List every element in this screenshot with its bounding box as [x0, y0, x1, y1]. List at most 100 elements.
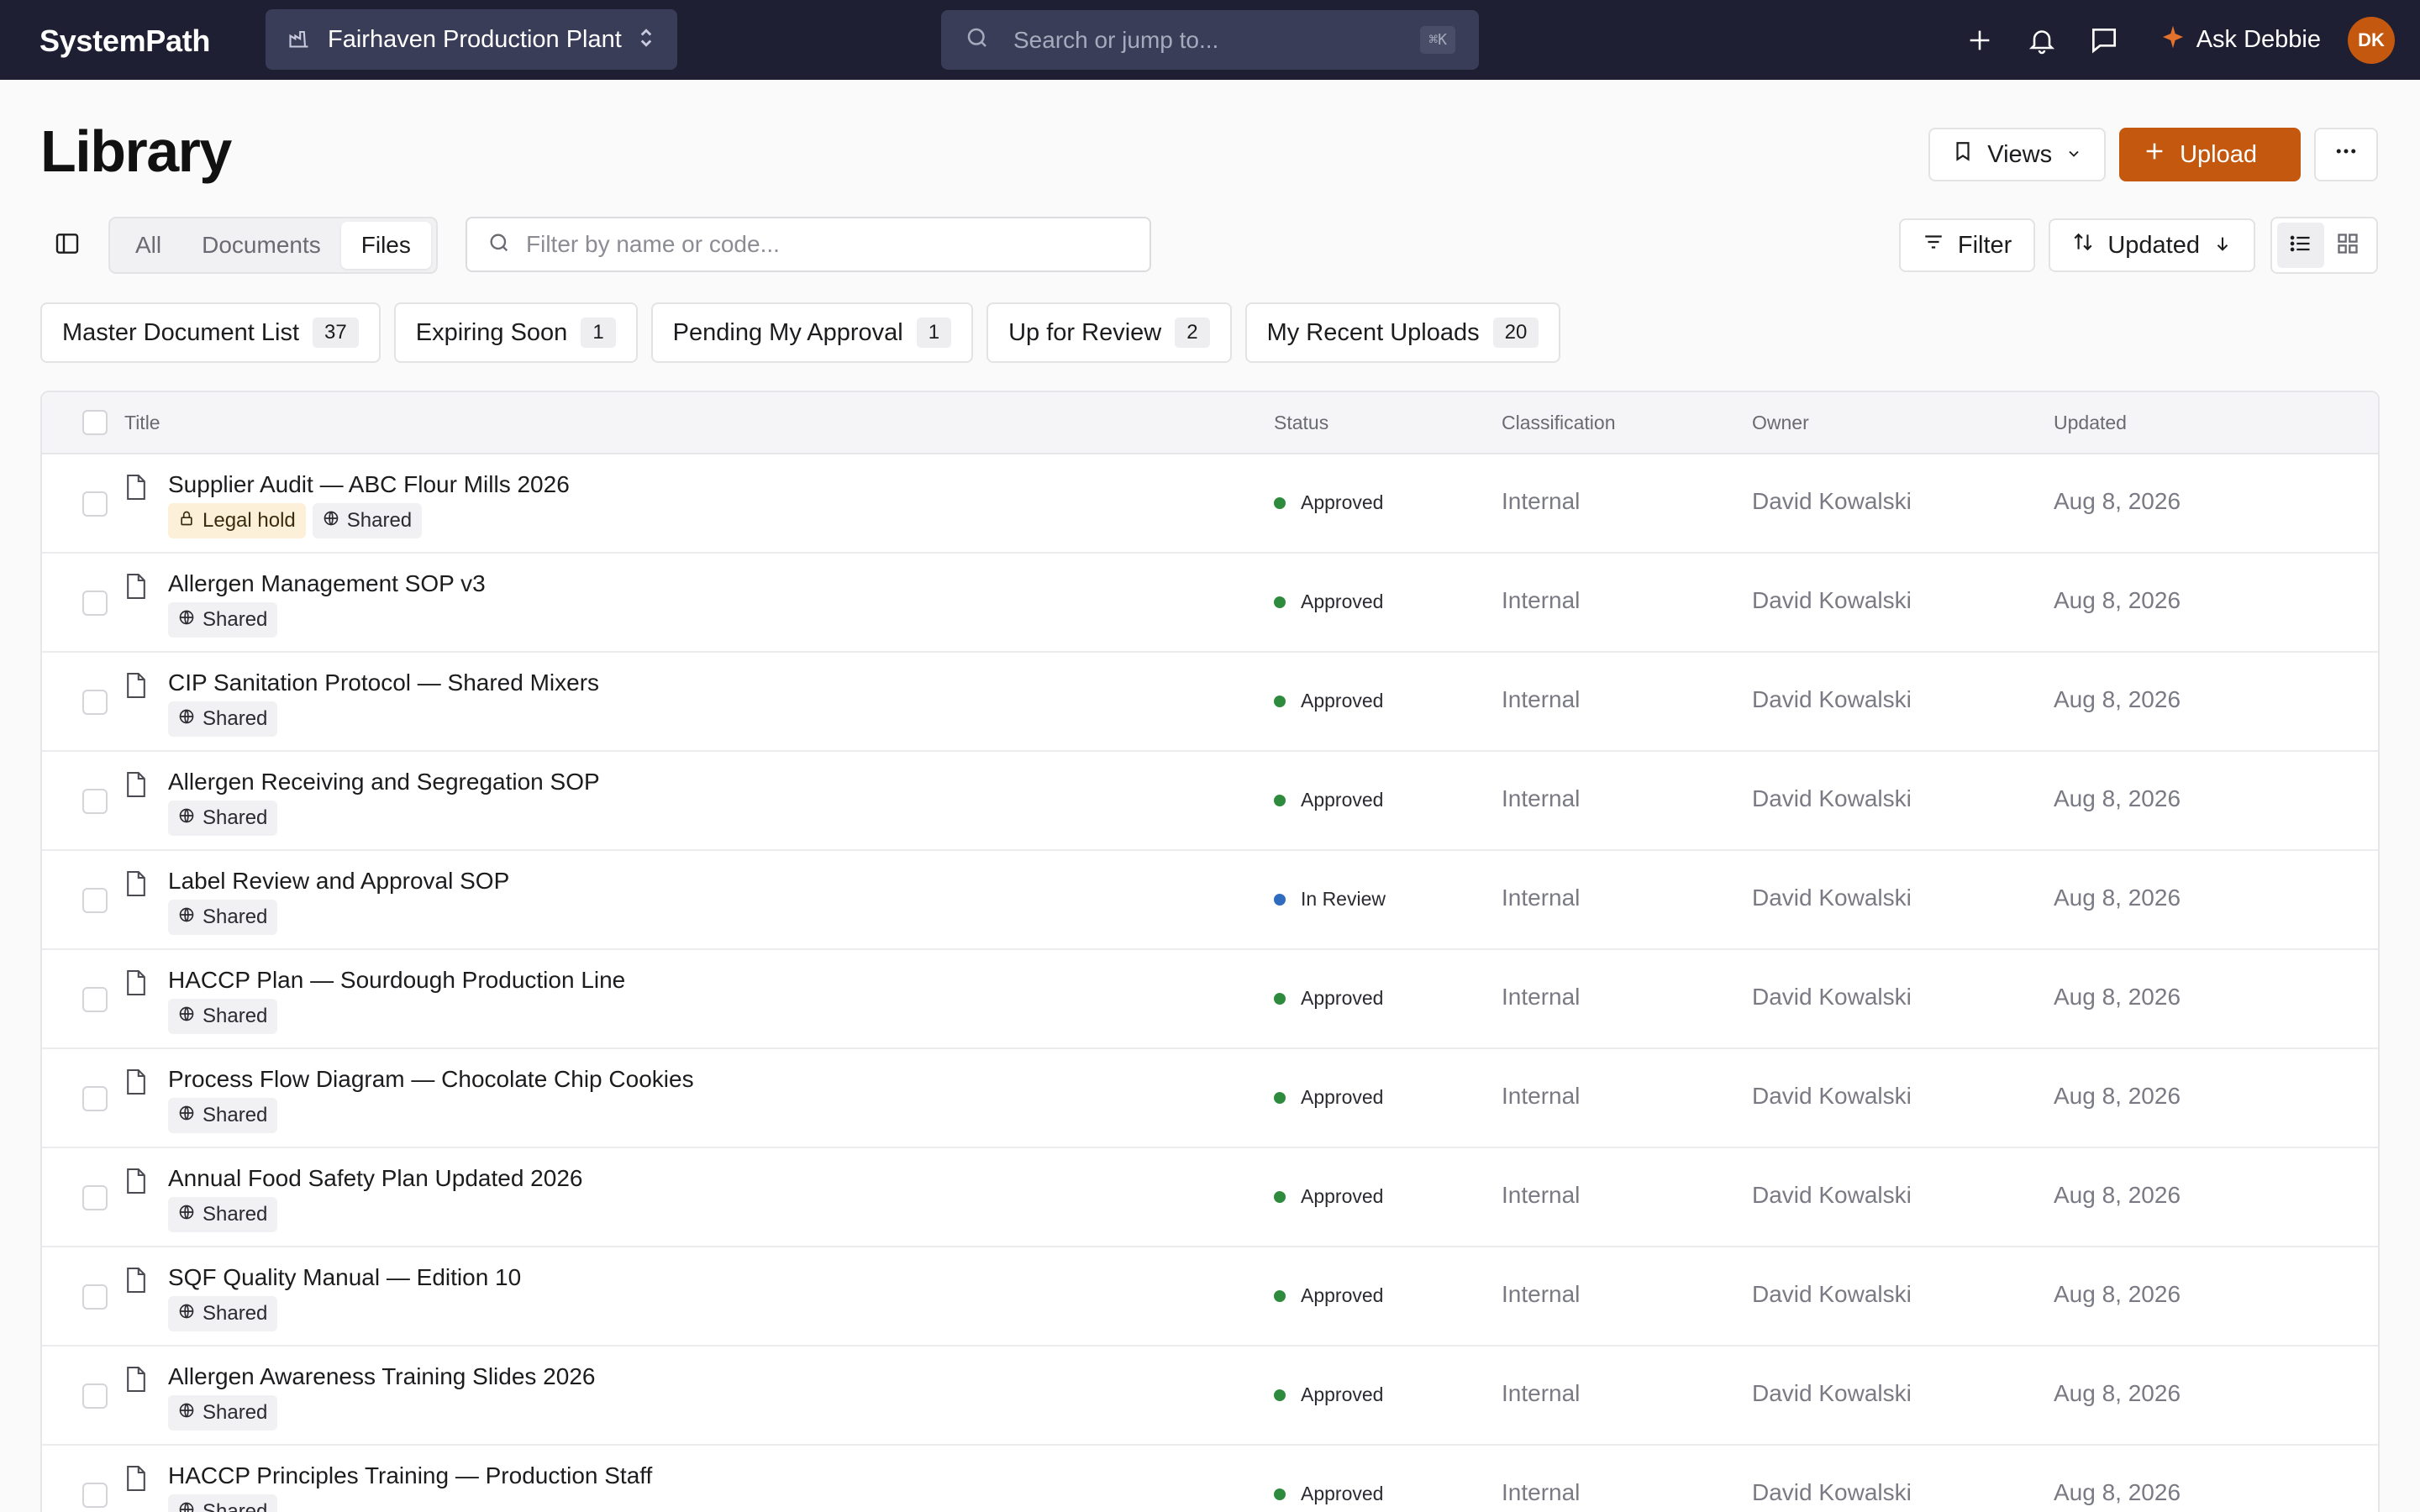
table-row[interactable]: Supplier Audit — ABC Flour Mills 2026 Leg… [42, 454, 2378, 554]
status-badge: Approved [1274, 987, 1383, 1010]
tab-all[interactable]: All [115, 222, 182, 269]
user-avatar[interactable]: DK [2348, 16, 2395, 64]
saved-view-chip[interactable]: My Recent Uploads 20 [1244, 302, 1561, 363]
view-mode-toggle [2270, 217, 2378, 274]
row-classification: Internal [1502, 1479, 1581, 1505]
grid-view-button[interactable] [2324, 223, 2371, 268]
globe-icon [178, 1500, 195, 1512]
bell-icon[interactable] [2017, 15, 2067, 66]
filter-label: Filter [1957, 231, 2012, 259]
row-owner: David Kowalski [1752, 984, 1912, 1010]
row-title[interactable]: Allergen Management SOP v3 [168, 570, 486, 597]
saved-view-chip[interactable]: Pending My Approval 1 [650, 302, 974, 363]
saved-view-chip[interactable]: Expiring Soon 1 [393, 302, 638, 363]
search-icon [487, 231, 511, 259]
column-title[interactable]: Title [124, 392, 160, 453]
row-tags: Legal hold Shared [168, 503, 429, 538]
list-view-button[interactable] [2277, 223, 2324, 268]
row-checkbox[interactable] [82, 888, 108, 913]
table-row[interactable]: Allergen Awareness Training Slides 2026 S… [42, 1347, 2378, 1446]
status-label: Approved [1301, 1483, 1384, 1504]
status-dot [1274, 1488, 1286, 1500]
plant-switcher[interactable]: Fairhaven Production Plant [266, 9, 677, 70]
row-title[interactable]: CIP Sanitation Protocol — Shared Mixers [168, 669, 599, 696]
table-row[interactable]: Process Flow Diagram — Chocolate Chip Co… [42, 1049, 2378, 1148]
document-table: Title Status Classification Owner Update… [40, 391, 2380, 1512]
plus-icon[interactable] [1954, 15, 2005, 66]
row-checkbox[interactable] [82, 591, 108, 616]
more-actions-button[interactable] [2314, 128, 2378, 181]
tab-files[interactable]: Files [340, 222, 431, 269]
ask-debbie-button[interactable]: Ask Debbie [2160, 24, 2321, 57]
shared-badge: Shared [168, 1494, 278, 1512]
row-checkbox[interactable] [82, 1086, 108, 1111]
row-checkbox[interactable] [82, 690, 108, 715]
brand-logo[interactable]: SystemPath [39, 24, 210, 59]
column-status[interactable]: Status [1274, 392, 1328, 453]
status-label: Approved [1301, 1185, 1384, 1207]
row-title[interactable]: Allergen Awareness Training Slides 2026 [168, 1363, 595, 1390]
table-row[interactable]: HACCP Principles Training — Production S… [42, 1446, 2378, 1512]
row-title[interactable]: Process Flow Diagram — Chocolate Chip Co… [168, 1066, 694, 1093]
table-row[interactable]: HACCP Plan — Sourdough Production Line Sh… [42, 950, 2378, 1049]
row-title[interactable]: HACCP Principles Training — Production S… [168, 1462, 652, 1489]
saved-view-chip[interactable]: Master Document List 37 [40, 302, 381, 363]
grid-icon [2336, 232, 2360, 260]
row-checkbox[interactable] [82, 491, 108, 517]
table-row[interactable]: Annual Food Safety Plan Updated 2026 Shar… [42, 1148, 2378, 1247]
row-updated: Aug 8, 2026 [2054, 785, 2181, 811]
status-dot [1274, 992, 1286, 1005]
saved-view-chip[interactable]: Up for Review 2 [986, 302, 1232, 363]
select-all-checkbox[interactable] [82, 410, 108, 435]
row-title[interactable]: Label Review and Approval SOP [168, 868, 509, 895]
row-owner: David Kowalski [1752, 587, 1912, 613]
sort-button[interactable]: Updated [2049, 218, 2255, 272]
row-checkbox[interactable] [82, 987, 108, 1012]
saved-view-label: Expiring Soon [415, 318, 568, 346]
sidebar-toggle-button[interactable] [40, 217, 94, 274]
lock-icon [178, 509, 195, 533]
globe-icon [178, 707, 195, 731]
status-dot [1274, 695, 1286, 707]
filter-button[interactable]: Filter [1898, 218, 2036, 272]
table-body: Supplier Audit — ABC Flour Mills 2026 Leg… [42, 454, 2378, 1512]
globe-icon [178, 1302, 195, 1326]
row-classification: Internal [1502, 1083, 1581, 1109]
document-icon [124, 770, 148, 803]
status-badge: In Review [1274, 888, 1386, 911]
saved-view-count: 20 [1492, 318, 1539, 348]
table-row[interactable]: Allergen Receiving and Segregation SOP Sh… [42, 752, 2378, 851]
shared-badge: Shared [168, 900, 278, 935]
row-checkbox[interactable] [82, 789, 108, 814]
row-checkbox[interactable] [82, 1383, 108, 1409]
row-updated: Aug 8, 2026 [2054, 1380, 2181, 1406]
views-button[interactable]: Views [1928, 128, 2107, 181]
column-updated[interactable]: Updated [2054, 392, 2127, 453]
document-icon [124, 1266, 148, 1299]
global-search[interactable]: Search or jump to... ⌘K [941, 10, 1479, 70]
row-title[interactable]: HACCP Plan — Sourdough Production Line [168, 967, 625, 994]
globe-icon [178, 608, 195, 632]
shared-badge: Shared [168, 1197, 278, 1232]
row-title[interactable]: SQF Quality Manual — Edition 10 [168, 1264, 521, 1291]
document-icon [124, 869, 148, 902]
row-title[interactable]: Annual Food Safety Plan Updated 2026 [168, 1165, 582, 1192]
filter-input[interactable] [526, 231, 1129, 258]
row-checkbox[interactable] [82, 1483, 108, 1508]
tab-documents[interactable]: Documents [182, 222, 341, 269]
table-row[interactable]: Allergen Management SOP v3 Shared Approved… [42, 554, 2378, 653]
upload-button[interactable]: Upload [2119, 128, 2301, 181]
chat-icon[interactable] [2079, 15, 2129, 66]
table-row[interactable]: SQF Quality Manual — Edition 10 Shared App… [42, 1247, 2378, 1347]
row-title[interactable]: Allergen Receiving and Segregation SOP [168, 769, 600, 795]
row-checkbox[interactable] [82, 1284, 108, 1310]
row-title[interactable]: Supplier Audit — ABC Flour Mills 2026 [168, 471, 570, 498]
column-owner[interactable]: Owner [1752, 392, 1809, 453]
views-label: Views [1987, 140, 2053, 168]
saved-view-count: 2 [1175, 318, 1210, 348]
document-icon [124, 1365, 148, 1398]
row-checkbox[interactable] [82, 1185, 108, 1210]
table-row[interactable]: CIP Sanitation Protocol — Shared Mixers S… [42, 653, 2378, 752]
table-row[interactable]: Label Review and Approval SOP Shared In Re… [42, 851, 2378, 950]
column-classification[interactable]: Classification [1502, 392, 1616, 453]
